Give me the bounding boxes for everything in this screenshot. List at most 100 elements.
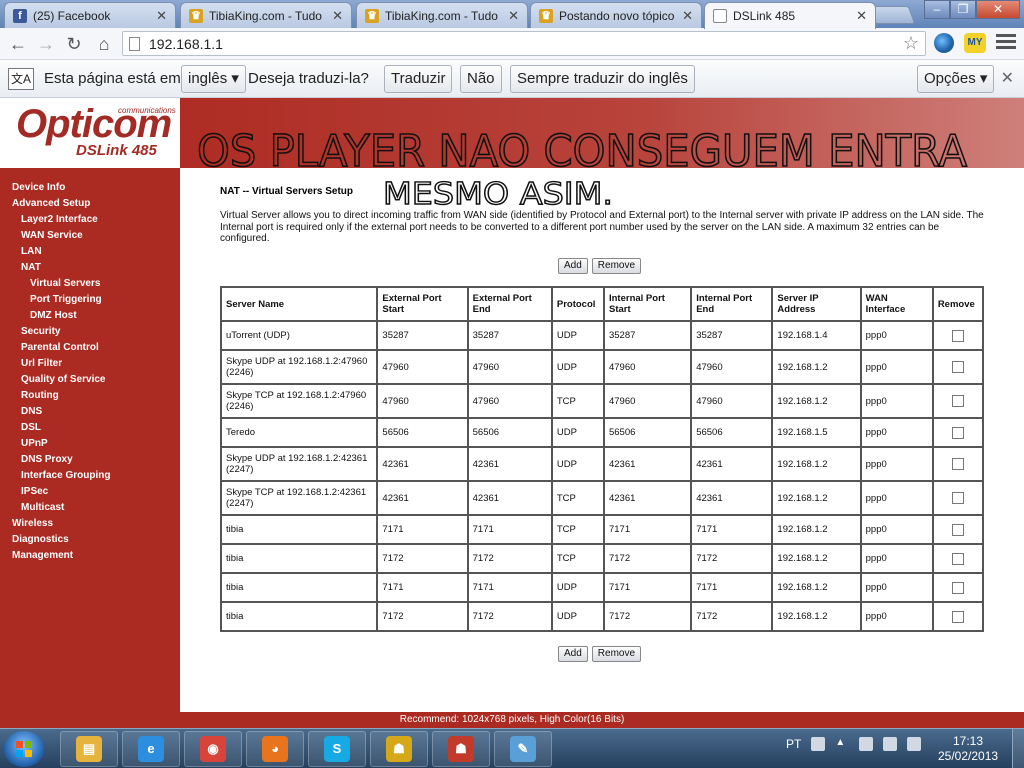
- table-cell: tibia: [219, 543, 379, 574]
- taskbar-app[interactable]: ◕: [246, 731, 304, 767]
- table-cell: UDP: [550, 349, 605, 385]
- table-cell: ppp0: [859, 349, 934, 385]
- network-icon[interactable]: [859, 737, 874, 751]
- sidebar-item-upnp[interactable]: UPnP: [0, 436, 180, 452]
- add-button[interactable]: Add: [558, 258, 588, 274]
- sidebar-item-management[interactable]: Management: [0, 548, 180, 564]
- remove-button[interactable]: Remove: [591, 258, 642, 274]
- remove-checkbox[interactable]: [951, 361, 964, 373]
- start-button[interactable]: [4, 731, 44, 767]
- table-row: Teredo 56506 56506 UDP 56506 56506 192.168.1.5…: [219, 417, 985, 448]
- sidebar-item-routing[interactable]: Routing: [0, 388, 180, 404]
- table-cell: 35287: [466, 320, 553, 351]
- sidebar-item-dns-proxy[interactable]: DNS Proxy: [0, 452, 180, 468]
- remove-checkbox[interactable]: [951, 552, 964, 565]
- taskbar-app[interactable]: ☗: [432, 731, 490, 767]
- taskbar-app[interactable]: ✎: [494, 731, 552, 767]
- sidebar-item-url-filter[interactable]: Url Filter: [0, 356, 180, 372]
- sidebar-item-virtual-servers[interactable]: Virtual Servers: [0, 276, 180, 292]
- tab-title: (25) Facebook: [33, 8, 111, 23]
- remove-checkbox[interactable]: [951, 458, 964, 470]
- language-select[interactable]: inglês ▾: [181, 65, 246, 93]
- keyboard-icon[interactable]: [811, 737, 826, 751]
- tab-close-icon[interactable]: ✕: [156, 8, 167, 24]
- url-input[interactable]: [149, 34, 869, 53]
- remove-checkbox[interactable]: [951, 523, 964, 536]
- language-indicator[interactable]: PT: [786, 737, 801, 751]
- taskbar-app[interactable]: S: [308, 731, 366, 767]
- sidebar-item-quality-of-service[interactable]: Quality of Service: [0, 372, 180, 388]
- remove-checkbox[interactable]: [951, 581, 964, 594]
- clock[interactable]: 17:13 25/02/2013: [938, 734, 998, 764]
- add-button[interactable]: Add: [558, 646, 588, 662]
- sidebar-item-interface-grouping[interactable]: Interface Grouping: [0, 468, 180, 484]
- remove-checkbox[interactable]: [951, 329, 964, 342]
- table-cell: 42361: [376, 480, 469, 516]
- browser-tab[interactable]: f (25) Facebook ✕: [4, 2, 176, 28]
- reload-icon[interactable]: ↻: [62, 32, 86, 56]
- sidebar-item-parental-control[interactable]: Parental Control: [0, 340, 180, 356]
- sidebar-item-port-triggering[interactable]: Port Triggering: [0, 292, 180, 308]
- back-icon[interactable]: ←: [6, 32, 30, 56]
- sidebar-item-device-info[interactable]: Device Info: [0, 180, 180, 196]
- remove-checkbox[interactable]: [951, 395, 964, 407]
- tab-close-icon[interactable]: ✕: [332, 8, 343, 24]
- sidebar-item-dsl[interactable]: DSL: [0, 420, 180, 436]
- taskbar-app[interactable]: ▤: [60, 731, 118, 767]
- browser-tab[interactable]: DSLink 485 ✕: [704, 2, 876, 29]
- translate-button[interactable]: Traduzir: [384, 65, 453, 93]
- no-button[interactable]: Não: [460, 65, 502, 93]
- address-bar[interactable]: ☆: [122, 31, 926, 56]
- tab-close-icon[interactable]: ✕: [856, 8, 867, 24]
- tab-close-icon[interactable]: ✕: [508, 8, 519, 24]
- table-cell: ppp0: [859, 572, 934, 603]
- sidebar-item-advanced-setup[interactable]: Advanced Setup: [0, 196, 180, 212]
- remove-checkbox[interactable]: [951, 492, 964, 504]
- browser-tab[interactable]: ♛ TibiaKing.com - Tudo ✕: [356, 2, 528, 28]
- globe-extension-icon[interactable]: [934, 33, 954, 53]
- page-title: NAT -- Virtual Servers Setup: [220, 186, 353, 197]
- browser-tab[interactable]: ♛ Postando novo tópico ✕: [530, 2, 702, 28]
- taskbar-app[interactable]: ☗: [370, 731, 428, 767]
- sidebar-item-security[interactable]: Security: [0, 324, 180, 340]
- close-window-button[interactable]: ✕: [976, 0, 1020, 19]
- close-icon[interactable]: ✕: [1001, 68, 1014, 88]
- show-desktop-button[interactable]: [1012, 729, 1024, 768]
- taskbar-app[interactable]: e: [122, 731, 180, 767]
- remove-cell: [931, 572, 985, 603]
- sidebar-item-layer2-interface[interactable]: Layer2 Interface: [0, 212, 180, 228]
- minimize-button[interactable]: –: [924, 0, 950, 19]
- column-header: Internal Port Start: [602, 286, 693, 322]
- skype-icon: S: [324, 736, 350, 762]
- sidebar-item-ipsec[interactable]: IPSec: [0, 484, 180, 500]
- my-extension-icon[interactable]: MY: [964, 33, 986, 53]
- flag-icon[interactable]: [883, 737, 898, 751]
- sidebar-item-lan[interactable]: LAN: [0, 244, 180, 260]
- sidebar-item-dns[interactable]: DNS: [0, 404, 180, 420]
- table-cell: 7172: [602, 543, 693, 574]
- arrow-up-icon[interactable]: ▲: [835, 737, 849, 751]
- home-icon[interactable]: ⌂: [92, 32, 116, 56]
- remove-checkbox[interactable]: [951, 426, 964, 439]
- sidebar-item-nat[interactable]: NAT: [0, 260, 180, 276]
- options-button[interactable]: Opções ▾: [917, 65, 995, 93]
- sidebar-item-wan-service[interactable]: WAN Service: [0, 228, 180, 244]
- remove-checkbox[interactable]: [951, 610, 964, 623]
- bookmark-star-icon[interactable]: ☆: [903, 33, 919, 54]
- table-cell: tibia: [219, 601, 379, 632]
- game-char-icon: ☗: [386, 736, 412, 762]
- sidebar-item-multicast[interactable]: Multicast: [0, 500, 180, 516]
- maximize-button[interactable]: ❐: [950, 0, 976, 19]
- volume-icon[interactable]: [907, 737, 922, 751]
- taskbar-app[interactable]: ◉: [184, 731, 242, 767]
- always-translate-button[interactable]: Sempre traduzir do inglês: [510, 65, 695, 93]
- remove-button[interactable]: Remove: [591, 646, 642, 662]
- browser-tab[interactable]: ♛ TibiaKing.com - Tudo ✕: [180, 2, 352, 28]
- forward-icon[interactable]: →: [34, 32, 58, 56]
- chrome-menu-icon[interactable]: [996, 34, 1016, 52]
- sidebar-item-wireless[interactable]: Wireless: [0, 516, 180, 532]
- tab-close-icon[interactable]: ✕: [682, 8, 693, 24]
- sidebar-item-diagnostics[interactable]: Diagnostics: [0, 532, 180, 548]
- remove-cell: [931, 320, 985, 351]
- sidebar-item-dmz-host[interactable]: DMZ Host: [0, 308, 180, 324]
